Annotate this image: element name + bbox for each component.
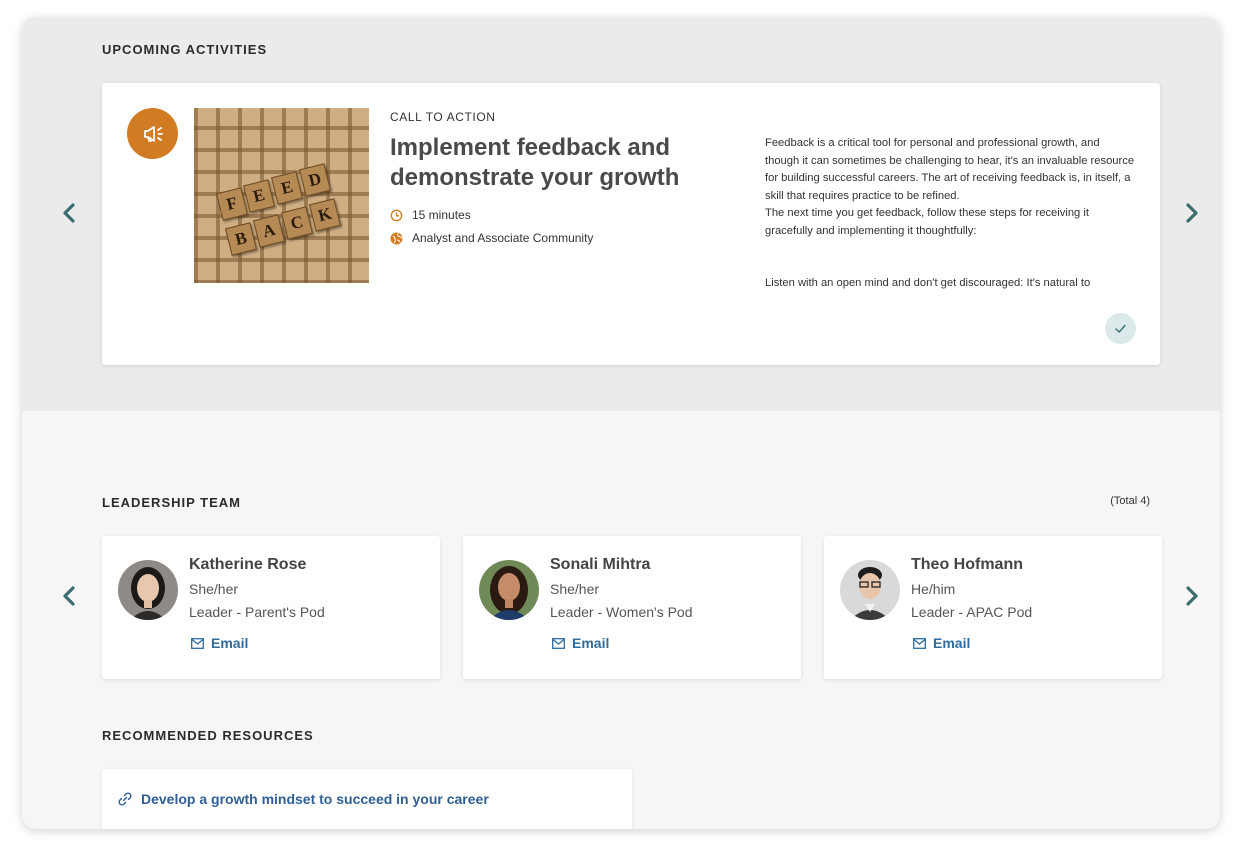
leader-pronouns: She/her [189,581,239,597]
activity-card[interactable]: F E E D B A C K CALL TO ACTION Implement… [102,83,1160,365]
mark-complete-button[interactable] [1105,313,1136,344]
megaphone-icon [127,108,178,159]
description-paragraph: Feedback is a critical tool for personal… [765,137,1135,202]
leader-role: Leader - Women's Pod [550,604,693,620]
leader-card: Sonali Mihtra She/her Leader - Women's P… [463,536,801,679]
page-frame: UPCOMING ACTIVITIES F E E D B A C K CALL… [22,17,1220,829]
envelope-icon [552,637,565,649]
leader-pronouns: He/him [911,581,956,597]
activity-title[interactable]: Implement feedback and demonstrate your … [390,133,720,193]
leadership-team-title: LEADERSHIP TEAM [102,495,241,510]
leader-name: Sonali Mihtra [550,556,651,573]
email-link[interactable]: Email [913,635,970,651]
recommended-resources-title: RECOMMENDED RESOURCES [102,728,314,743]
avatar [840,560,900,620]
email-link[interactable]: Email [552,635,609,651]
activity-type-label: CALL TO ACTION [390,110,496,124]
clock-icon [390,209,403,221]
chevron-right-icon [1186,586,1198,606]
link-icon [118,792,132,806]
resource-link-label: Develop a growth mindset to succeed in y… [141,791,489,807]
envelope-icon [913,637,926,649]
activity-community: Analyst and Associate Community [390,231,593,245]
leader-role: Leader - Parent's Pod [189,604,325,620]
email-link[interactable]: Email [191,635,248,651]
email-label: Email [211,635,249,651]
globe-icon [390,232,403,244]
leader-role: Leader - APAC Pod [911,604,1033,620]
description-paragraph: The next time you get feedback, follow t… [765,207,1089,237]
activity-duration: 15 minutes [390,208,471,222]
chevron-left-icon [63,586,75,606]
checkmark-icon [1115,324,1126,333]
chevron-right-icon [1186,203,1198,223]
resource-link[interactable]: Develop a growth mindset to succeed in y… [117,791,489,807]
activities-next-arrow[interactable] [1180,198,1204,228]
leaders-prev-arrow[interactable] [57,581,81,611]
chevron-left-icon [63,203,75,223]
description-paragraph: Listen with an open mind and don't get d… [765,277,1091,289]
leader-pronouns: She/her [550,581,600,597]
avatar [479,560,539,620]
leadership-total-count: (Total 4) [1110,495,1150,507]
envelope-icon [191,637,204,649]
leader-name: Theo Hofmann [911,556,1023,573]
community-text: Analyst and Associate Community [412,231,594,245]
activity-description: Feedback is a critical tool for personal… [765,135,1135,307]
email-label: Email [933,635,971,651]
leader-card: Theo Hofmann He/him Leader - APAC Pod Em… [824,536,1162,679]
resource-card: Develop a growth mindset to succeed in y… [102,769,632,829]
feedback-image: F E E D B A C K [194,108,369,283]
duration-text: 15 minutes [412,208,471,222]
upcoming-activities-title: UPCOMING ACTIVITIES [102,42,268,57]
activities-prev-arrow[interactable] [57,198,81,228]
avatar [118,560,178,620]
leaders-next-arrow[interactable] [1180,581,1204,611]
leader-card: Katherine Rose She/her Leader - Parent's… [102,536,440,679]
email-label: Email [572,635,610,651]
leader-name: Katherine Rose [189,556,307,573]
